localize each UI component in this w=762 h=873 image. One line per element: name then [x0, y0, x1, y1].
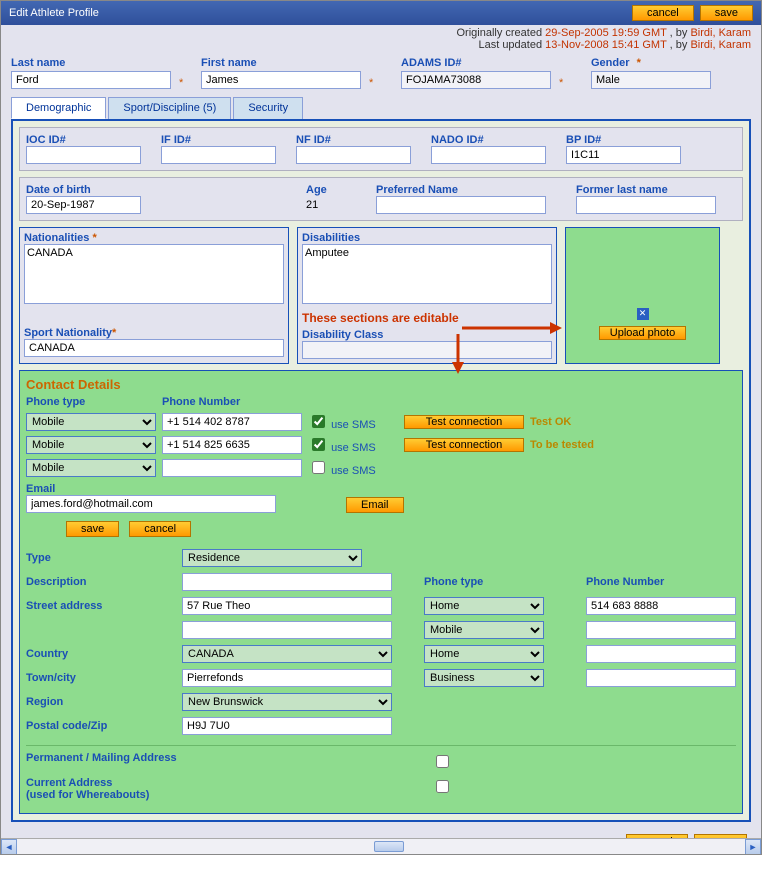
- meta-info: Originally created 29-Sep-2005 19:59 GMT…: [1, 25, 761, 55]
- street-label: Street address: [26, 600, 176, 612]
- region-label: Region: [26, 696, 176, 708]
- pref-label: Preferred Name: [376, 184, 566, 196]
- phonetype-select-2[interactable]: Mobile: [26, 436, 156, 454]
- perm-label: Permanent / Mailing Address: [26, 752, 426, 771]
- phonetype-select-3[interactable]: Mobile: [26, 459, 156, 477]
- sportnat-label: Sport Nationality: [24, 327, 112, 339]
- tab-sport[interactable]: Sport/Discipline (5): [108, 97, 231, 119]
- status-1: Test OK: [530, 416, 620, 428]
- addr-phonetype-1[interactable]: Home: [424, 597, 544, 615]
- desc-input[interactable]: [182, 573, 392, 591]
- dob-label: Date of birth: [26, 184, 296, 196]
- former-label: Former last name: [576, 184, 726, 196]
- disabilities-input[interactable]: Amputee: [302, 244, 552, 304]
- country-select[interactable]: CANADA: [182, 645, 392, 663]
- nf-input[interactable]: [296, 146, 411, 164]
- curr-label: Current Address(used for Whereabouts): [26, 777, 426, 801]
- addr-phonenum-2[interactable]: [586, 621, 736, 639]
- adams-id-input: [401, 71, 551, 89]
- age-label: Age: [306, 184, 366, 196]
- town-input[interactable]: [182, 669, 392, 687]
- postal-label: Postal code/Zip: [26, 720, 176, 732]
- upload-photo-button[interactable]: Upload photo: [599, 326, 686, 340]
- addr-pnum-label: Phone Number: [586, 576, 736, 588]
- nationalities-input[interactable]: CANADA: [24, 244, 284, 304]
- email-input[interactable]: [26, 495, 276, 513]
- perm-checkbox[interactable]: [436, 755, 449, 768]
- pref-input[interactable]: [376, 196, 546, 214]
- lastname-input[interactable]: [11, 71, 171, 89]
- if-label: IF ID#: [161, 134, 286, 146]
- sms-checkbox-1[interactable]: [312, 415, 325, 428]
- region-select[interactable]: New Brunswick: [182, 693, 392, 711]
- addr-phonetype-2[interactable]: Mobile: [424, 621, 544, 639]
- ioc-label: IOC ID#: [26, 134, 151, 146]
- page-title: Edit Athlete Profile: [9, 7, 632, 19]
- adams-label: ADAMS ID#: [401, 57, 581, 69]
- nado-input[interactable]: [431, 146, 546, 164]
- firstname-input[interactable]: [201, 71, 361, 89]
- addr-phonenum-4[interactable]: [586, 669, 736, 687]
- status-2: To be tested: [530, 439, 620, 451]
- phonetype-select-1[interactable]: Mobile: [26, 413, 156, 431]
- email-button[interactable]: Email: [346, 497, 404, 513]
- gender-input: [591, 71, 711, 89]
- tab-demographic[interactable]: Demographic: [11, 97, 106, 119]
- nat-label: Nationalities: [24, 232, 89, 244]
- sms-checkbox-3[interactable]: [312, 461, 325, 474]
- firstname-label: First name: [201, 57, 391, 69]
- former-input[interactable]: [576, 196, 716, 214]
- addr-phonenum-3[interactable]: [586, 645, 736, 663]
- street-input-1[interactable]: [182, 597, 392, 615]
- ioc-input[interactable]: [26, 146, 141, 164]
- cancel-button[interactable]: cancel: [632, 5, 694, 21]
- country-label: Country: [26, 648, 176, 660]
- bp-input[interactable]: [566, 146, 681, 164]
- postal-input[interactable]: [182, 717, 392, 735]
- tab-security[interactable]: Security: [233, 97, 303, 119]
- test-button-2[interactable]: Test connection: [404, 438, 524, 452]
- save-contact-button[interactable]: save: [66, 521, 119, 537]
- arrow-right-icon: [462, 320, 562, 336]
- lastname-label: Last name: [11, 57, 191, 69]
- save-button[interactable]: save: [700, 5, 753, 21]
- addr-phonenum-1[interactable]: [586, 597, 736, 615]
- sportnat-input[interactable]: [24, 339, 284, 357]
- gender-label: Gender *: [591, 57, 721, 69]
- disclass-input[interactable]: [302, 341, 552, 359]
- phonenum-input-2[interactable]: [162, 436, 302, 454]
- town-label: Town/city: [26, 672, 176, 684]
- scroll-right-icon[interactable]: ►: [745, 839, 761, 855]
- desc-label: Description: [26, 576, 176, 588]
- addrtype-select[interactable]: Residence: [182, 549, 362, 567]
- if-input[interactable]: [161, 146, 276, 164]
- phonenum-input-3[interactable]: [162, 459, 302, 477]
- scroll-left-icon[interactable]: ◄: [1, 839, 17, 855]
- contact-header: Contact Details: [26, 377, 736, 392]
- phonenum-input-1[interactable]: [162, 413, 302, 431]
- nado-label: NADO ID#: [431, 134, 556, 146]
- age-value: 21: [306, 196, 366, 211]
- pnum-header: Phone Number: [162, 396, 302, 408]
- horizontal-scrollbar[interactable]: ◄ ►: [1, 838, 761, 854]
- curr-checkbox[interactable]: [436, 780, 449, 793]
- close-photo-icon[interactable]: ✕: [637, 308, 649, 320]
- nf-label: NF ID#: [296, 134, 421, 146]
- dob-input[interactable]: [26, 196, 141, 214]
- addr-ptype-label: Phone type: [424, 576, 544, 588]
- addrtype-label: Type: [26, 552, 176, 564]
- addr-phonetype-4[interactable]: Business: [424, 669, 544, 687]
- addr-phonetype-3[interactable]: Home: [424, 645, 544, 663]
- arrow-down-icon: [450, 334, 466, 374]
- sms-checkbox-2[interactable]: [312, 438, 325, 451]
- email-label: Email: [26, 483, 276, 495]
- street-input-2[interactable]: [182, 621, 392, 639]
- ptype-header: Phone type: [26, 396, 156, 408]
- scroll-thumb[interactable]: [374, 841, 404, 852]
- dis-label: Disabilities: [302, 232, 552, 244]
- bp-label: BP ID#: [566, 134, 691, 146]
- cancel-contact-button[interactable]: cancel: [129, 521, 191, 537]
- test-button-1[interactable]: Test connection: [404, 415, 524, 429]
